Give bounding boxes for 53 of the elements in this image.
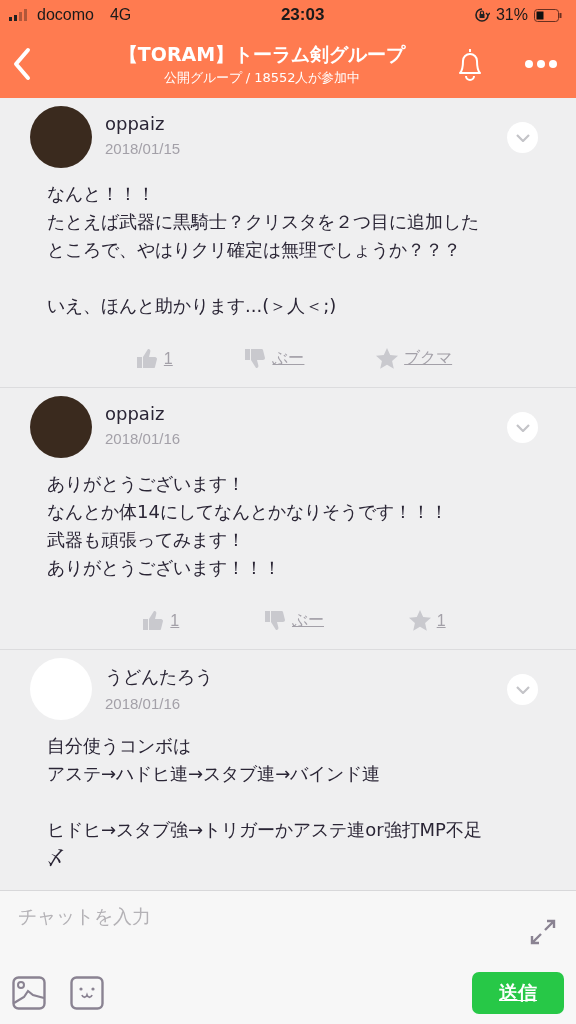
author-name: うどんたろう [105,665,214,689]
message-line: 〆 [47,846,65,870]
author-name: oppaiz [105,113,166,134]
image-icon[interactable] [12,976,46,1010]
author-name: oppaiz [105,403,166,424]
star-icon [408,610,431,631]
thumbs-up-icon [142,610,165,631]
send-button[interactable]: 送信 [472,972,564,1014]
thumbs-down-icon [264,610,286,631]
thumbs-up-icon [135,348,158,369]
post-date: 2018/01/16 [105,695,182,712]
message-line: ヒドヒ→スタブ強→トリガーかアステ連or強打MP不足 [47,818,482,842]
battery-icon [534,8,562,22]
emoticon-icon[interactable] [70,976,104,1010]
message-line: ありがとうございます！！！ [47,556,281,580]
carrier-name: docomo [37,6,94,24]
group-subtitle: 公開グループ / 18552人が参加中 [163,68,361,87]
chat-input-field[interactable]: チャットを入力 [18,901,530,931]
reaction-bookmark-button[interactable]: ブクマ [372,344,457,373]
reaction-dislike-button[interactable]: ぶー [240,344,309,373]
status-time: 23:03 [280,5,325,25]
back-icon [12,47,32,81]
message-line: アステ→ハドヒ連→スタブ連→バインド連 [47,762,381,786]
network-type: 4G [109,6,132,24]
message-line: なんとか体14にしてなんとかなりそうです！！！ [47,500,448,524]
post-date: 2018/01/16 [105,430,182,447]
message-line: ありがとうございます！ [47,472,245,496]
message-line: いえ、ほんと助かります...(＞人＜;) [47,294,337,318]
back-button[interactable] [12,47,32,81]
more-button[interactable] [524,59,558,69]
post-date: 2018/01/15 [105,140,182,157]
reaction-bookmark-button[interactable]: 1 [404,606,450,635]
options-button[interactable] [507,412,538,443]
message-line: 自分使うコンボは [47,734,191,758]
expand-icon[interactable] [530,919,556,945]
message-line: たとえば武器に黒騎士？クリスタを２つ目に追加した [47,210,479,234]
chevron-down-icon [515,133,530,142]
message-line: なんと！！！ [47,182,155,206]
more-icon [524,59,558,69]
message-line: ところで、やはりクリ確定は無理でしょうか？？？ [47,238,461,262]
options-button[interactable] [507,122,538,153]
reaction-dislike-button[interactable]: ぶー [260,606,328,635]
chevron-down-icon [515,423,530,432]
group-title: 【TORAM】トーラム剣グループ [118,41,406,67]
message-line: 武器も頑張ってみます！ [47,528,245,552]
rotation-lock-icon [473,7,490,23]
reaction-like-button[interactable]: 1 [131,344,177,373]
chevron-down-icon [515,685,530,694]
options-button[interactable] [507,674,538,705]
battery-percent: 31% [495,6,528,24]
star-icon [376,348,399,369]
reaction-like-button[interactable]: 1 [138,606,184,635]
thumbs-down-icon [244,348,267,369]
